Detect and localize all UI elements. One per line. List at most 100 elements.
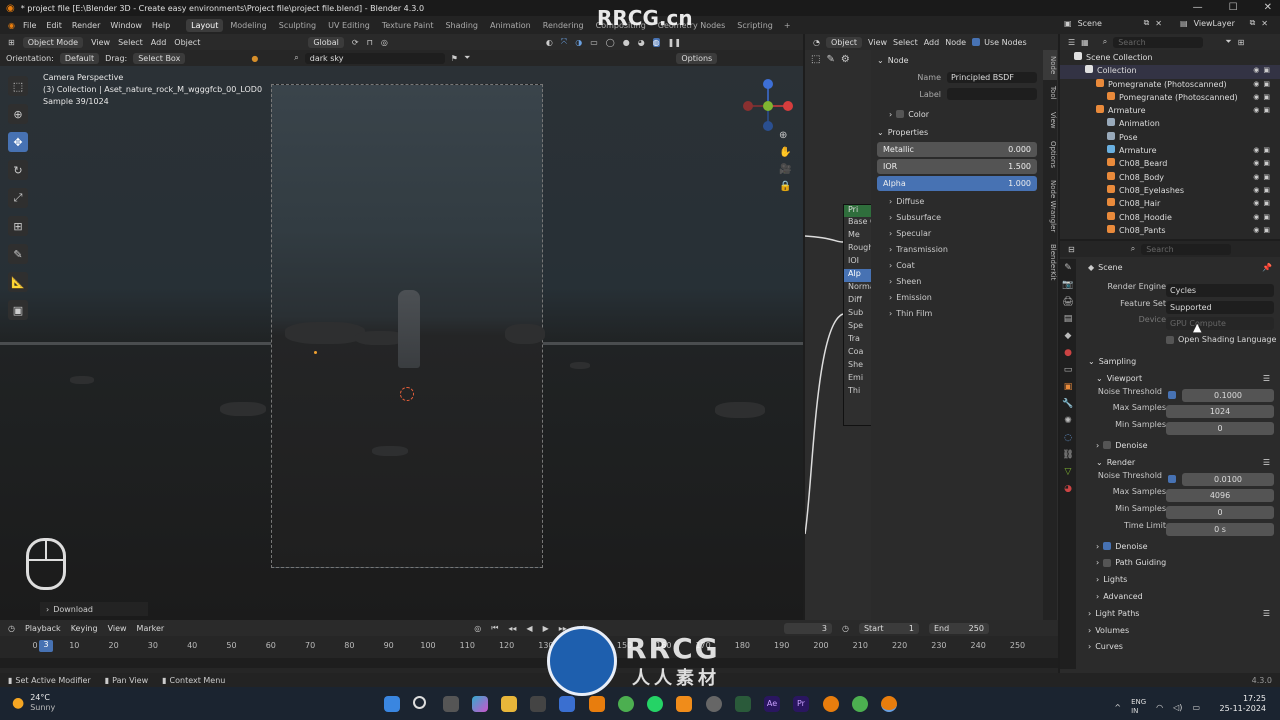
copilot-icon[interactable] [472, 696, 488, 712]
snap-icon[interactable]: ⊓ [367, 38, 373, 47]
constraints-tab-icon[interactable]: ⛓ [1062, 450, 1073, 460]
chevron-up-icon[interactable]: ^ [1114, 703, 1121, 712]
checkbox-icon[interactable] [1103, 542, 1112, 551]
physics-tab-icon[interactable]: ◌ [1064, 433, 1072, 443]
gizmo-toggle-icon[interactable]: ⤧ [561, 37, 567, 47]
speaker-icon[interactable]: ◁) [1173, 703, 1182, 712]
render-noise-threshold[interactable]: Noise Threshold 0.0100 [1080, 471, 1278, 488]
editor-type-icon[interactable]: ◷ [8, 624, 15, 633]
node-name-field[interactable]: Name Principled BSDF [877, 69, 1037, 85]
world-tab-icon[interactable]: ● [1064, 348, 1072, 358]
tab-layout[interactable]: Layout [186, 18, 224, 32]
socket-emission[interactable]: Emi [844, 373, 872, 386]
premiere-icon[interactable]: Pr [793, 696, 809, 712]
chrome-icon[interactable] [618, 696, 634, 712]
cursor-tool-icon[interactable]: ⊕ [8, 104, 28, 124]
options-dropdown[interactable]: Options [676, 52, 718, 64]
delete-view-layer-icon[interactable]: ✕ [1261, 19, 1268, 28]
tab-sculpting[interactable]: Sculpting [274, 19, 321, 32]
chrome-icon[interactable] [852, 696, 868, 712]
blender-menu-icon[interactable]: ◉ [8, 21, 15, 30]
close-icon[interactable]: ✕ [1264, 2, 1272, 13]
zoom-icon[interactable]: ⊕ [779, 130, 791, 141]
path-guiding-subpanel[interactable]: › Path Guiding [1080, 555, 1278, 572]
outliner-row[interactable]: Scene Collection [1060, 52, 1280, 65]
node-label-field[interactable]: Label [877, 86, 1037, 102]
feature-set-field[interactable]: Feature Set Supported [1080, 299, 1278, 316]
osl-checkbox[interactable]: Open Shading Language [1080, 332, 1278, 349]
material-tab-icon[interactable]: ◕ [1064, 484, 1072, 494]
proportional-edit-icon[interactable]: ◎ [381, 38, 388, 47]
shading-material-icon[interactable]: ◕ [638, 38, 645, 47]
metallic-slider[interactable]: Metallic 0.000 [877, 142, 1037, 157]
visibility-toggle-icon[interactable]: ◉▣ [1253, 93, 1274, 101]
sidebar-tab-options[interactable]: Options [1043, 135, 1057, 174]
visibility-toggle-icon[interactable]: ◉▣ [1253, 173, 1274, 181]
data-tab-icon[interactable]: ▽ [1065, 467, 1072, 477]
render-min-samples[interactable]: Min Samples 0 [1080, 504, 1278, 521]
delete-scene-icon[interactable]: ✕ [1155, 19, 1162, 28]
asset-search-input[interactable]: dark sky [304, 52, 445, 64]
new-scene-icon[interactable]: ⧉ [1144, 18, 1150, 28]
socket-specular[interactable]: Spe [844, 321, 872, 334]
end-frame-field[interactable]: End 250 [928, 622, 989, 634]
scale-tool-icon[interactable]: ⤢ [8, 188, 28, 208]
outliner-row[interactable]: Armature ◉▣ [1060, 145, 1280, 158]
principled-bsdf-node[interactable]: Pri Base C Me Rough IOI Alp Norma Diff S… [843, 204, 873, 426]
3d-viewport[interactable]: Camera Perspective (3) Collection | Aset… [0, 66, 803, 620]
checkbox-icon[interactable] [1168, 474, 1176, 483]
lights-subpanel[interactable]: › Lights [1080, 571, 1278, 588]
display-mode-icon[interactable]: ▦ [1081, 38, 1089, 47]
menu-keying[interactable]: Keying [71, 624, 98, 633]
blender-active-icon[interactable] [881, 696, 897, 712]
whatsapp-icon[interactable] [647, 696, 663, 712]
device-dropdown[interactable]: GPU Compute [1166, 317, 1274, 331]
menu-node[interactable]: Node [945, 38, 966, 47]
visibility-toggle-icon[interactable]: ◉▣ [1253, 213, 1274, 221]
menu-playback[interactable]: Playback [25, 624, 61, 633]
clock[interactable]: 17:25 25-11-2024 [1220, 694, 1267, 714]
mode-dropdown[interactable]: Object Mode [22, 36, 84, 48]
output-tab-icon[interactable]: 🖨 [1062, 297, 1073, 307]
file-explorer-icon[interactable] [501, 696, 517, 712]
thin-film-subpanel[interactable]: › Thin Film [877, 305, 1037, 321]
menu-add[interactable]: Add [924, 38, 940, 47]
navigation-gizmo[interactable] [740, 72, 796, 132]
render-tab-icon[interactable]: 📷 [1062, 280, 1073, 290]
play-reverse-icon[interactable]: ◀ [526, 624, 532, 633]
render-max-samples[interactable]: Max Samples 4096 [1080, 487, 1278, 504]
rotate-tool-icon[interactable]: ↻ [8, 160, 28, 180]
pause-render-icon[interactable]: ❚❚ [668, 38, 681, 47]
menu-view[interactable]: View [91, 38, 110, 47]
specular-subpanel[interactable]: › Specular [877, 225, 1037, 241]
outliner-row[interactable]: Ch08_Eyelashes ◉▣ [1060, 184, 1280, 198]
wifi-icon[interactable]: ◠ [1156, 703, 1163, 712]
new-view-layer-icon[interactable]: ⧉ [1250, 18, 1256, 28]
render-time-limit[interactable]: Time Limit 0 s [1080, 521, 1278, 538]
viewport-min-samples[interactable]: Min Samples 0 [1080, 420, 1278, 437]
menu-view[interactable]: View [108, 624, 127, 633]
vlc-icon[interactable] [676, 696, 692, 712]
record-icon[interactable]: ◎ [474, 624, 481, 633]
render-denoise-subpanel[interactable]: › Denoise [1080, 538, 1278, 555]
outliner-row[interactable]: Ch08_Body ◉▣ [1060, 171, 1280, 185]
outliner-row[interactable]: Ch08_Hair ◉▣ [1060, 198, 1280, 211]
sidebar-tab-blenderkit[interactable]: BlenderKit [1043, 238, 1057, 286]
pivot-icon[interactable]: ⟳ [352, 38, 359, 47]
editor-type-icon[interactable]: ⊞ [8, 38, 15, 47]
render-subpanel-header[interactable]: ⌄ Render ☰ [1080, 454, 1278, 471]
outliner-search-input[interactable]: Search [1113, 36, 1204, 48]
render-engine-dropdown[interactable]: Cycles [1166, 283, 1274, 297]
transform-orientation-dropdown[interactable]: Global [308, 36, 344, 48]
device-field[interactable]: Device GPU Compute [1080, 315, 1278, 332]
menu-marker[interactable]: Marker [137, 624, 165, 633]
ior-slider[interactable]: IOR 1.500 [877, 159, 1037, 174]
filter-icon[interactable]: ⏷ [464, 53, 470, 63]
list-icon[interactable]: ☰ [1263, 458, 1270, 467]
menu-edit[interactable]: Edit [46, 21, 62, 30]
drag-dropdown[interactable]: Select Box [133, 52, 186, 64]
task-view-icon[interactable] [443, 696, 459, 712]
socket-roughness[interactable]: Rough [844, 243, 872, 256]
alpha-slider[interactable]: Alpha 1.000 [877, 176, 1037, 191]
scene-tab-icon[interactable]: ◆ [1065, 331, 1072, 341]
